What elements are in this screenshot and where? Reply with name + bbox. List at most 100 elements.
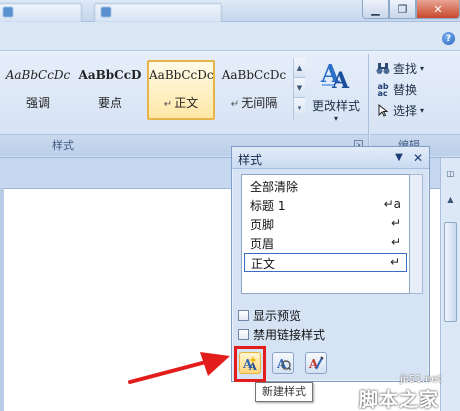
close-icon: ✕ xyxy=(412,151,424,165)
styles-pane-title: 样式 xyxy=(238,153,263,167)
style-list-item-heading-1[interactable]: 标题 1 ↵a xyxy=(244,196,407,215)
style-inspector-button[interactable]: A xyxy=(272,352,294,374)
gallery-more-button[interactable]: ▾ xyxy=(294,98,305,118)
style-list-item-footer[interactable]: 页脚 ↵ xyxy=(244,215,407,234)
minimize-button[interactable]: ▁ xyxy=(362,0,389,19)
document-icon xyxy=(101,7,111,17)
document-icon xyxy=(3,7,13,17)
style-name: 要点 xyxy=(97,96,122,110)
linked-style-icon: ↵a xyxy=(383,197,401,211)
ribbon-tab-strip xyxy=(0,22,460,50)
styles-group-label: 样式 xyxy=(52,139,74,152)
style-item-label: 页眉 xyxy=(250,237,275,251)
chevron-down-icon: ▼ xyxy=(296,84,303,92)
quick-style-strong[interactable]: AaBbCcD 要点 xyxy=(76,62,144,120)
manage-styles-icon: A xyxy=(308,356,324,371)
scroll-thumb[interactable] xyxy=(444,222,457,322)
style-sample: AaBbCcDc xyxy=(5,68,71,82)
group-separator xyxy=(368,54,369,154)
quick-style-normal[interactable]: AaBbCcDc ↵ 正文 xyxy=(147,60,215,120)
gallery-down-button[interactable]: ▼ xyxy=(294,78,305,98)
chevron-down-icon: ▾ xyxy=(333,114,338,123)
paragraph-mark-icon: ↵ xyxy=(163,99,173,110)
paragraph-mark-icon: ↵ xyxy=(389,255,400,269)
help-icon: ? xyxy=(445,33,452,44)
style-name: 强调 xyxy=(25,96,50,110)
chevron-down-icon: ▾ xyxy=(420,64,425,73)
style-item-label: 标题 1 xyxy=(250,199,286,213)
style-list-item-header[interactable]: 页眉 ↵ xyxy=(244,234,407,253)
style-sample: AaBbCcDc xyxy=(149,68,213,82)
chevron-down-icon: ▾ xyxy=(420,106,425,115)
title-bar: ▁ ❐ ✕ xyxy=(0,0,460,22)
highlight-box xyxy=(234,346,266,382)
quick-style-no-spacing[interactable]: AaBbCcDc ↵ 无间隔 xyxy=(220,62,288,120)
scroll-up-button[interactable]: ▲ xyxy=(443,192,458,207)
change-styles-label: 更改样式 xyxy=(311,99,360,113)
replace-button[interactable]: ab ac 替换 xyxy=(376,81,417,98)
style-item-label: 全部清除 xyxy=(250,180,299,194)
show-preview-checkbox[interactable]: 显示预览 xyxy=(238,307,301,324)
restore-icon: ❐ xyxy=(397,2,408,16)
style-name: 正文 xyxy=(174,96,199,110)
binoculars-icon xyxy=(376,62,390,76)
disable-linked-label: 禁用链接样式 xyxy=(253,328,326,342)
paragraph-mark-icon: ↵ xyxy=(390,235,401,249)
styles-list-scrollbar[interactable] xyxy=(410,174,423,294)
minimize-icon: ▁ xyxy=(371,2,380,16)
pane-options-button[interactable]: ▼ xyxy=(392,151,406,165)
chevron-up-icon: ▲ xyxy=(447,195,454,204)
change-styles-icon: A A xyxy=(320,59,350,94)
pane-close-button[interactable]: ✕ xyxy=(411,151,425,165)
style-name-row: ↵ 无间隔 xyxy=(220,94,288,111)
find-button[interactable]: 查找 ▾ xyxy=(376,60,424,77)
style-sample: AaBbCcDc xyxy=(221,68,287,82)
style-list-item-normal[interactable]: 正文 ↵ xyxy=(244,253,407,272)
document-gutter xyxy=(0,188,4,411)
watermark-name: 脚本之家 xyxy=(359,389,440,411)
new-style-tooltip: 新建样式 xyxy=(255,382,313,402)
style-item-label: 页脚 xyxy=(250,218,275,232)
style-item-label: 正文 xyxy=(251,257,276,271)
style-inspector-icon: A xyxy=(276,357,291,371)
help-button[interactable]: ? xyxy=(442,32,455,45)
window-controls: ▁ ❐ ✕ xyxy=(362,0,460,19)
style-name-row: ↵ 正文 xyxy=(149,94,213,111)
restore-button[interactable]: ❐ xyxy=(389,0,416,19)
select-label: 选择 xyxy=(393,104,418,118)
styles-list: 全部清除 标题 1 ↵a 页脚 ↵ 页眉 ↵ 正文 ↵ xyxy=(241,174,410,294)
checkbox-box[interactable] xyxy=(238,310,249,321)
replace-label: 替换 xyxy=(393,83,418,97)
checkbox-box[interactable] xyxy=(238,329,249,340)
cursor-icon xyxy=(376,104,390,118)
style-name: 无间隔 xyxy=(241,96,278,110)
taskbar-tab-blurred-1[interactable] xyxy=(0,3,82,22)
chevron-up-icon: ▲ xyxy=(296,64,303,72)
change-styles-button[interactable]: A A 更改样式 ▾ xyxy=(307,58,365,130)
taskbar-tab-blurred-2[interactable] xyxy=(94,3,222,22)
watermark-url: jb51.net xyxy=(400,374,442,385)
styles-pane-header: 样式 ▼ ✕ xyxy=(232,147,429,169)
style-list-item-clear-all[interactable]: 全部清除 xyxy=(244,177,407,196)
more-icon: ▾ xyxy=(297,104,302,112)
svg-text:A: A xyxy=(308,357,319,371)
close-window-button[interactable]: ✕ xyxy=(416,0,460,19)
svg-text:A: A xyxy=(331,68,350,92)
chevron-down-icon: ▼ xyxy=(395,152,403,163)
close-icon: ✕ xyxy=(433,2,443,16)
replace-icon: ab ac xyxy=(377,81,389,98)
paragraph-mark-icon: ↵ xyxy=(230,99,240,110)
ruler-toggle-button[interactable]: ◫ xyxy=(443,166,458,181)
vertical-scrollbar[interactable]: ◫ ▲ xyxy=(440,158,460,411)
gallery-up-button[interactable]: ▲ xyxy=(294,58,305,78)
style-gallery-scroller: ▲ ▼ ▾ xyxy=(293,58,305,120)
select-button[interactable]: 选择 ▾ xyxy=(376,102,424,119)
find-label: 查找 xyxy=(393,62,418,76)
disable-linked-styles-checkbox[interactable]: 禁用链接样式 xyxy=(238,326,325,343)
red-arrow-annotation xyxy=(128,352,230,384)
show-preview-label: 显示预览 xyxy=(253,309,302,323)
manage-styles-button[interactable]: A xyxy=(305,352,327,374)
style-sample: AaBbCcD xyxy=(78,68,142,82)
ruler-icon: ◫ xyxy=(446,169,455,178)
quick-style-emphasis[interactable]: AaBbCcDc 强调 xyxy=(4,62,72,120)
